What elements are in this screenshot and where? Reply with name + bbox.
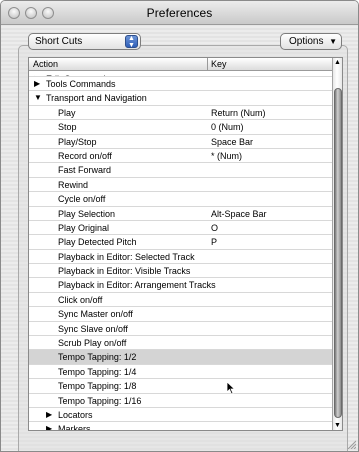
row-action-label: Stop (58, 122, 77, 133)
shortcuts-table: Action Key ▶Edit Commands▶Tools Commands… (28, 57, 343, 431)
row-action-label: Cycle on/off (58, 194, 106, 205)
category-popup-label: Short Cuts (35, 36, 83, 47)
table-row[interactable]: Click on/off (29, 292, 332, 308)
table-row[interactable]: Fast Forward (29, 163, 332, 178)
row-key-label: * (Num) (211, 150, 242, 161)
row-action-label: Tempo Tapping: 1/8 (58, 381, 137, 392)
row-key-label: Space Bar (211, 136, 254, 147)
table-row[interactable]: Play/Stop Space Bar (29, 134, 332, 149)
scrollbar-thumb[interactable] (334, 88, 342, 418)
table-row[interactable]: Tempo Tapping: 1/4 (29, 364, 332, 380)
row-key-label: O (211, 222, 219, 233)
row-action-label: Rewind (58, 179, 89, 190)
row-action-label: Locators (58, 409, 93, 420)
triangle-right-icon[interactable]: ▶ (46, 408, 52, 422)
row-key-label: 0 (Num) (211, 122, 244, 133)
table-row[interactable]: Sync Master on/off (29, 307, 332, 322)
table-row[interactable]: ▶ Locators (29, 407, 332, 423)
row-action-label: Playback in Editor: Selected Track (58, 251, 195, 262)
mouse-pointer-icon (226, 381, 236, 395)
options-button[interactable]: Options ▼ (280, 33, 342, 50)
column-header-action[interactable]: Action (33, 59, 58, 69)
popup-arrows-icon: ▲ ▼ (125, 35, 138, 49)
table-row[interactable]: ▶ Tools Commands (29, 77, 332, 92)
table-row[interactable]: Sync Slave on/off (29, 321, 332, 337)
resize-grip-icon[interactable] (346, 439, 356, 449)
table-row[interactable]: Playback in Editor: Selected Track (29, 249, 332, 265)
table-row[interactable]: Rewind (29, 177, 332, 193)
title-bar[interactable]: Preferences (1, 1, 358, 25)
row-action-label: Sync Slave on/off (58, 323, 128, 334)
table-row[interactable]: Play Return (Num) (29, 105, 332, 121)
row-action-label: Play/Stop (58, 136, 97, 147)
preferences-window: Preferences Short Cuts ▲ ▼ Options ▼ Acti… (0, 0, 359, 452)
table-row[interactable]: Record on/off * (Num) (29, 148, 332, 164)
table-row[interactable]: Cycle on/off (29, 192, 332, 207)
row-action-label: Playback in Editor: Visible Tracks (58, 266, 191, 277)
table-row[interactable]: Tempo Tapping: 1/16 (29, 393, 332, 408)
category-popup[interactable]: Short Cuts ▲ ▼ (28, 33, 141, 50)
triangle-right-icon[interactable]: ▶ (46, 422, 52, 430)
scroll-down-arrow-icon[interactable]: ▼ (334, 422, 341, 429)
row-action-label: Play Selection (58, 208, 116, 219)
row-action-label: Play Original (58, 222, 110, 233)
row-action-label: Fast Forward (58, 165, 112, 176)
chevron-down-icon: ▼ (329, 37, 337, 46)
table-row[interactable]: Play Original O (29, 220, 332, 236)
table-rows: ▶Edit Commands▶Tools Commands▼Transport … (29, 72, 332, 431)
column-header-key[interactable]: Key (211, 59, 227, 69)
vertical-scrollbar[interactable]: ▲ ▼ (332, 58, 342, 430)
row-action-label: Click on/off (58, 294, 103, 305)
row-action-label: Tools Commands (46, 79, 116, 89)
triangle-down-icon[interactable]: ▼ (34, 91, 42, 105)
row-action-label: Tempo Tapping: 1/4 (58, 366, 137, 377)
row-action-label: Markers (58, 424, 91, 431)
row-action-label: Play Detected Pitch (58, 237, 137, 248)
row-action-label: Play (58, 107, 76, 118)
table-row[interactable]: Playback in Editor: Visible Tracks (29, 264, 332, 279)
table-row[interactable]: ▶ Markers (29, 422, 332, 431)
table-row[interactable]: Play Detected Pitch P (29, 235, 332, 250)
row-key-label: Alt-Space Bar (211, 208, 267, 219)
row-action-label: Playback in Editor: Arrangement Tracks (58, 280, 216, 291)
row-action-label: Record on/off (58, 150, 112, 161)
table-row[interactable]: Scrub Play on/off (29, 336, 332, 351)
row-action-label: Transport and Navigation (46, 93, 147, 104)
column-divider[interactable] (207, 58, 208, 71)
table-row[interactable]: Play Selection Alt-Space Bar (29, 206, 332, 221)
scroll-up-arrow-icon[interactable]: ▲ (334, 59, 341, 66)
row-key-label: Return (Num) (211, 107, 266, 118)
table-row[interactable]: Tempo Tapping: 1/8 (29, 379, 332, 394)
table-row[interactable]: Tempo Tapping: 1/2 (29, 350, 332, 365)
table-row[interactable]: Playback in Editor: Arrangement Tracks (29, 278, 332, 293)
row-key-label: P (211, 237, 218, 248)
row-action-label: Tempo Tapping: 1/16 (58, 395, 142, 406)
table-header: Action Key (29, 58, 332, 71)
triangle-right-icon[interactable]: ▶ (34, 77, 40, 91)
options-button-label: Options (289, 36, 324, 47)
row-action-label: Scrub Play on/off (58, 338, 127, 349)
row-action-label: Tempo Tapping: 1/2 (58, 352, 137, 363)
window-title: Preferences (146, 6, 213, 20)
table-row[interactable]: ▼ Transport and Navigation (29, 91, 332, 106)
row-action-label: Sync Master on/off (58, 309, 133, 320)
table-row[interactable]: Stop 0 (Num) (29, 120, 332, 135)
